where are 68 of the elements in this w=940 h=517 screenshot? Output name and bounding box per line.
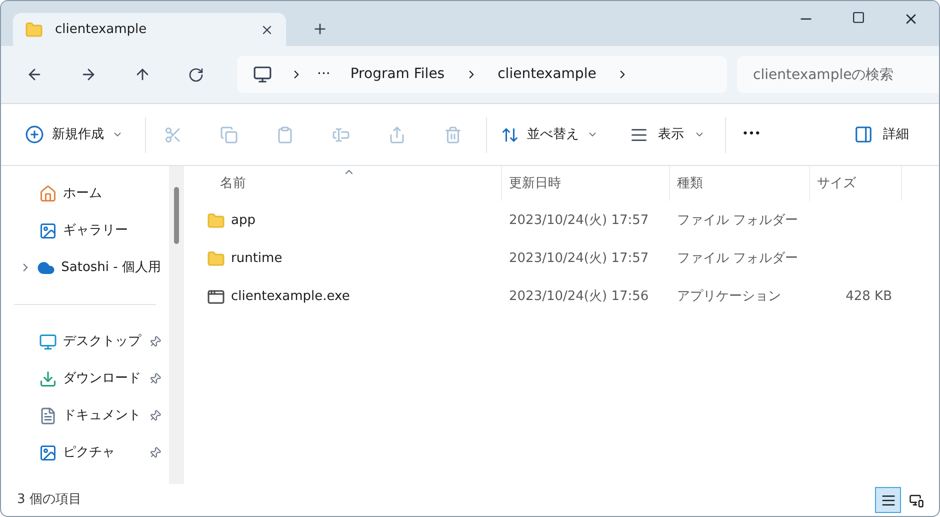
details-pane-button[interactable]: 詳細 bbox=[854, 124, 909, 144]
sidebar-label: ピクチャ bbox=[63, 444, 116, 462]
file-row[interactable]: runtime 2023/10/24(火) 17:57 ファイル フォルダー bbox=[184, 240, 939, 278]
download-icon bbox=[39, 370, 57, 388]
file-row[interactable]: clientexample.exe 2023/10/24(火) 17:56 アプリケーション 428 KB bbox=[184, 278, 939, 316]
item-count: 3 個の項目 bbox=[17, 491, 82, 510]
file-row[interactable]: app 2023/10/24(火) 17:57 ファイル フォルダー bbox=[184, 202, 939, 240]
breadcrumb[interactable]: clientexample bbox=[498, 64, 596, 85]
table-cell-text: 2023/10/24(火) 17:57 bbox=[508, 212, 650, 230]
overflow-crumb[interactable]: ··· bbox=[317, 64, 330, 85]
sidebar-item[interactable]: ピクチャ bbox=[1, 434, 169, 471]
forward-icon[interactable] bbox=[80, 66, 97, 83]
folder-icon bbox=[207, 212, 225, 230]
sidebar-item[interactable]: ホーム bbox=[1, 175, 169, 212]
sidebar-label: ダウンロード bbox=[63, 370, 142, 388]
picture-icon bbox=[39, 444, 57, 462]
home-icon bbox=[39, 184, 57, 202]
panel-icon bbox=[854, 125, 873, 144]
address-bar[interactable]: ··· Program Files clientexample bbox=[237, 56, 727, 93]
sidebar-item[interactable]: ドキュメント bbox=[1, 397, 169, 434]
view-button[interactable]: 表示 bbox=[622, 124, 713, 144]
folder-icon bbox=[25, 20, 43, 38]
lines-icon bbox=[880, 492, 896, 508]
refresh-icon[interactable] bbox=[188, 66, 204, 82]
sort-icon bbox=[501, 126, 519, 144]
table-cell-text: 428 KB bbox=[846, 288, 892, 306]
monitor-icon bbox=[908, 492, 924, 508]
table-cell-text: ファイル フォルダー bbox=[676, 250, 800, 268]
maximize-icon[interactable] bbox=[852, 11, 865, 24]
table-cell-text: 2023/10/24(火) 17:57 bbox=[508, 250, 650, 268]
sidebar-label: Satoshi - 個人用 bbox=[61, 258, 161, 277]
sidebar-item[interactable]: ギャラリー bbox=[1, 212, 169, 249]
details-view-button[interactable] bbox=[875, 487, 901, 513]
search-field[interactable]: clientexampleの検索 bbox=[737, 56, 939, 93]
back-icon[interactable] bbox=[26, 66, 43, 83]
tab[interactable]: clientexample bbox=[13, 13, 286, 46]
sidebar-item[interactable]: デスクトップ bbox=[1, 323, 169, 360]
sort-button[interactable]: 並べ替え bbox=[493, 124, 606, 144]
sidebar-label: デスクトップ bbox=[63, 332, 142, 351]
plus-icon bbox=[25, 125, 44, 144]
folder-icon bbox=[207, 250, 225, 268]
file-name: app bbox=[231, 212, 256, 230]
breadcrumb[interactable]: Program Files bbox=[350, 64, 445, 85]
table-cell-text: ファイル フォルダー bbox=[676, 212, 800, 230]
column-header[interactable]: 種類 bbox=[670, 166, 810, 201]
file-name: clientexample.exe bbox=[231, 288, 350, 306]
column-header[interactable]: サイズ bbox=[810, 166, 902, 201]
application-icon bbox=[207, 288, 225, 306]
tab-title: clientexample bbox=[55, 20, 148, 39]
document-icon bbox=[39, 406, 57, 424]
table-cell-text: 2023/10/24(火) 17:56 bbox=[508, 288, 650, 306]
more-button[interactable]: ••• bbox=[742, 126, 761, 143]
column-header[interactable]: 名前 bbox=[184, 166, 502, 201]
table-cell-text: アプリケーション bbox=[676, 288, 782, 306]
computer-icon bbox=[253, 65, 272, 84]
sidebar-label: ギャラリー bbox=[63, 222, 129, 240]
new-button[interactable]: 新規作成 bbox=[25, 124, 131, 144]
sidebar-label: ホーム bbox=[63, 184, 103, 203]
desktop-icon bbox=[39, 332, 57, 350]
sidebar-item[interactable]: Satoshi - 個人用 bbox=[1, 249, 169, 286]
new-tab-icon[interactable] bbox=[312, 21, 328, 37]
column-header[interactable]: 更新日時 bbox=[502, 166, 670, 201]
file-name: runtime bbox=[231, 250, 282, 268]
scrollbar[interactable] bbox=[169, 166, 184, 484]
sidebar-item[interactable]: ダウンロード bbox=[1, 360, 169, 397]
up-icon[interactable] bbox=[134, 66, 151, 83]
picture-icon bbox=[39, 222, 57, 240]
sidebar-label: ドキュメント bbox=[63, 406, 142, 425]
